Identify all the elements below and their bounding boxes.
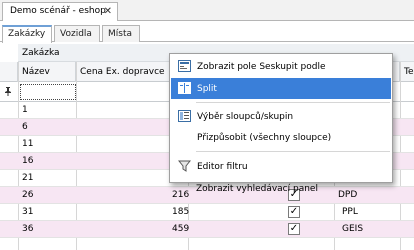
menu-item-label: Přizpůsobit (všechny sloupce) [197, 133, 332, 143]
column-header-label: Te [404, 67, 414, 77]
menu-item-label: Zobrazit vyhledávací panel [196, 184, 318, 194]
split-icon [178, 82, 191, 94]
tab-vozidla[interactable]: Vozidla [54, 25, 100, 42]
cell-nazev: 21 [22, 173, 34, 183]
checkbox-checked[interactable]: ✓ [288, 223, 300, 235]
group-by-icon [178, 60, 191, 72]
table-row[interactable]: 36 459 ✓ GEIS [0, 221, 414, 238]
menu-item-group-by-panel[interactable]: Zobrazit pole Seskupit podle [171, 56, 391, 77]
band-label: Zakázka [22, 48, 60, 58]
document-tab[interactable]: Demo scénář - eshop ✕ [2, 2, 118, 21]
menu-item-label: Zobrazit pole Seskupit podle [197, 62, 326, 72]
menu-item-split[interactable]: Split [171, 78, 391, 99]
cell-nazev: 16 [22, 156, 34, 166]
document-tab-title: Demo scénář - eshop [10, 6, 106, 16]
column-context-menu: Zobrazit pole Seskupit podle Split Výběr… [169, 53, 393, 183]
menu-separator [196, 151, 390, 152]
table-row[interactable]: 31 185 ✓ PPL [0, 204, 414, 221]
menu-item-label: Výběr sloupců/skupin [197, 112, 294, 122]
row-indicator-header [0, 62, 18, 82]
menu-item-best-fit-all[interactable]: Přizpůsobit (všechny sloupce) [171, 127, 391, 148]
menu-item-label: Split [197, 84, 217, 94]
column-header-te[interactable]: Te [400, 62, 414, 82]
menu-item-filter-editor[interactable]: Editor filtru [171, 156, 391, 177]
checkbox-checked[interactable]: ✓ [288, 206, 300, 218]
column-header-nazev[interactable]: Název [18, 62, 76, 82]
cell-nazev: 11 [22, 139, 34, 149]
cell-nazev: 26 [22, 190, 34, 200]
cell-cena: 185 [172, 207, 190, 217]
pin-icon [4, 87, 12, 98]
filter-icon [177, 160, 192, 172]
cell-nazev: 6 [22, 122, 28, 132]
menu-separator [196, 102, 390, 103]
cell-dopravce: GEIS [342, 224, 364, 234]
cell-nazev: 36 [22, 224, 34, 234]
filter-input-nazev[interactable] [20, 84, 76, 100]
cell-nazev: 1 [22, 105, 28, 115]
cell-cena: 459 [172, 224, 190, 234]
tab-label: Místa [108, 29, 132, 39]
tab-zakazky[interactable]: Zakázky [2, 25, 52, 43]
cell-dopravce: PPL [342, 207, 358, 217]
column-chooser-icon [178, 110, 191, 122]
tab-mista[interactable]: Místa [102, 25, 140, 42]
close-icon[interactable]: ✕ [104, 6, 112, 17]
tab-bar: Zakázky Vozidla Místa [0, 22, 414, 43]
column-header-label: Název [22, 67, 50, 77]
menu-item-label: Editor filtru [197, 162, 248, 172]
tab-label: Vozidla [60, 29, 92, 39]
menu-item-find-panel[interactable]: Zobrazit vyhledávací panel [170, 178, 390, 199]
cell-nazev: 31 [22, 207, 34, 217]
document-tab-strip: Demo scénář - eshop ✕ [0, 0, 414, 21]
menu-item-column-chooser[interactable]: Výběr sloupců/skupin [171, 106, 391, 127]
tab-label: Zakázky [8, 29, 46, 39]
column-header-label: Cena Ex. dopravce [80, 67, 165, 77]
